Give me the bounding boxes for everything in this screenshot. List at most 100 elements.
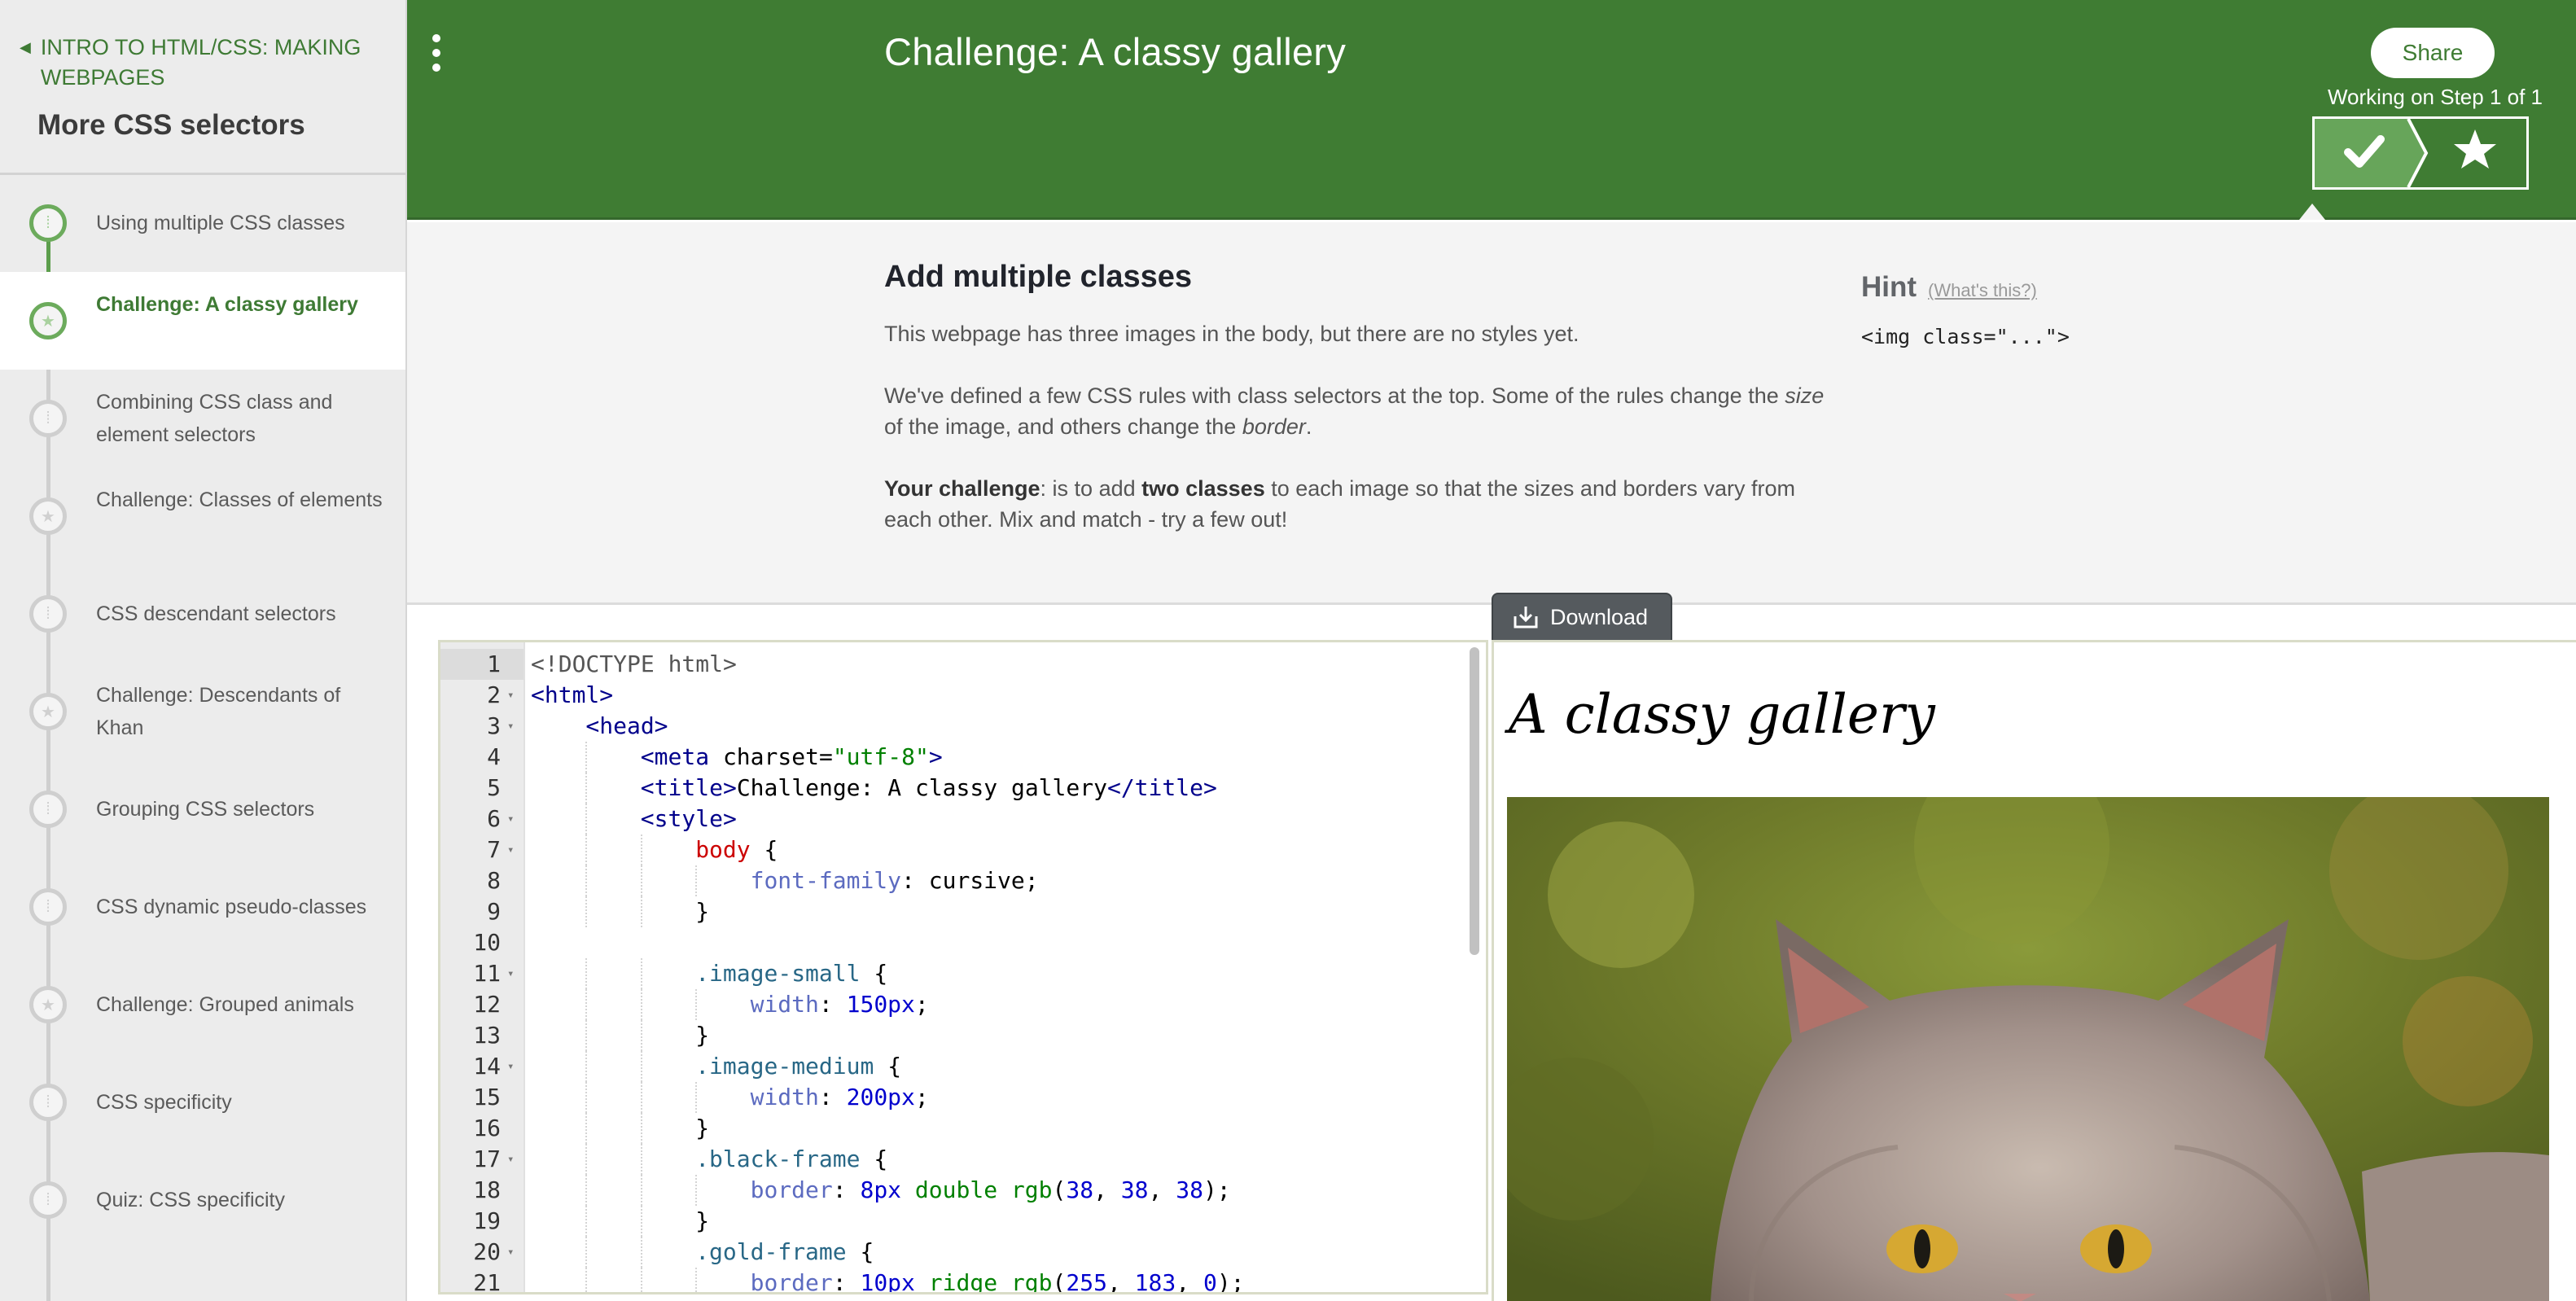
breadcrumb-link[interactable]: ◀ INTRO TO HTML/CSS: MAKING WEBPAGES bbox=[20, 33, 378, 93]
line-number: 12 bbox=[473, 991, 501, 1018]
code-line[interactable]: 12 width: 150px; bbox=[440, 989, 1458, 1020]
line-number: 14 bbox=[473, 1053, 501, 1080]
code-text: <!DOCTYPE html> bbox=[531, 649, 737, 680]
sidebar-item[interactable]: ★ Challenge: A classy gallery bbox=[0, 272, 405, 370]
fold-arrow-icon[interactable]: ▾ bbox=[507, 711, 514, 742]
code-token: <!DOCTYPE html> bbox=[531, 650, 737, 677]
sidebar-item[interactable]: ⁞ CSS dynamic pseudo-classes bbox=[0, 858, 405, 956]
indent-guide bbox=[585, 804, 588, 834]
code-line[interactable]: 20 ▾ .gold-frame { bbox=[440, 1237, 1458, 1268]
indent-guide bbox=[585, 1237, 588, 1268]
code-text: <meta charset="utf-8"> bbox=[641, 742, 943, 773]
talkthrough-dots-icon: ⁞ bbox=[29, 888, 67, 926]
code-token: : cursive; bbox=[901, 867, 1039, 894]
hint-title: Hint bbox=[1861, 271, 1917, 303]
code-line[interactable]: 11 ▾ .image-small { bbox=[440, 958, 1458, 989]
line-number: 4 bbox=[487, 743, 501, 770]
line-number: 11 bbox=[473, 960, 501, 987]
fold-arrow-icon[interactable]: ▾ bbox=[507, 834, 514, 865]
code-line[interactable]: 6 ▾ <style> bbox=[440, 804, 1458, 834]
code-line[interactable]: 19} bbox=[440, 1206, 1458, 1237]
cat-photo bbox=[1507, 797, 2549, 1301]
instructions-heading: Add multiple classes bbox=[884, 260, 1193, 294]
fold-arrow-icon[interactable]: ▾ bbox=[507, 1051, 514, 1082]
indent-guide bbox=[695, 1082, 698, 1113]
sidebar-item[interactable]: ⁞ CSS descendant selectors bbox=[0, 565, 405, 663]
talkthrough-dots-icon: ⁞ bbox=[29, 204, 67, 242]
share-button[interactable]: Share bbox=[2371, 28, 2495, 78]
code-line[interactable]: 16} bbox=[440, 1113, 1458, 1144]
sidebar-item[interactable]: ⁞ CSS specificity bbox=[0, 1054, 405, 1151]
fold-arrow-icon[interactable]: ▾ bbox=[507, 1237, 514, 1268]
sidebar-item[interactable]: ★ Challenge: Descendants of Khan bbox=[0, 663, 405, 760]
indent-guide bbox=[640, 1268, 642, 1292]
p3-bold-1: Your challenge bbox=[884, 476, 1040, 501]
sidebar-item[interactable]: ⁞ Grouping CSS selectors bbox=[0, 760, 405, 858]
sidebar-item[interactable]: ⁞ Quiz: CSS specificity bbox=[0, 1151, 405, 1249]
code-line[interactable]: 21 border: 10px ridge rgb(255, 183, 0); bbox=[440, 1268, 1458, 1294]
p2-text-c: . bbox=[1305, 414, 1312, 439]
instructions-paragraph-3: Your challenge: is to add two classes to… bbox=[884, 473, 1845, 535]
challenge-star-icon: ★ bbox=[29, 986, 67, 1023]
code-text: width: 150px; bbox=[751, 989, 929, 1020]
preview-heading: A classy gallery bbox=[1509, 683, 1935, 746]
download-button[interactable]: Download bbox=[1492, 593, 1672, 640]
indent-guide bbox=[585, 1175, 588, 1206]
code-text: .gold-frame { bbox=[695, 1237, 874, 1268]
code-line[interactable]: 7 ▾ body { bbox=[440, 834, 1458, 865]
code-line[interactable]: 18 border: 8px double rgb(38, 38, 38); bbox=[440, 1175, 1458, 1206]
sidebar-item-label: Challenge: A classy gallery bbox=[96, 293, 358, 316]
indent-guide bbox=[585, 1051, 588, 1082]
whats-this-link[interactable]: (What's this?) bbox=[1928, 280, 2037, 300]
indent-guide bbox=[640, 1051, 642, 1082]
code-token: 38 bbox=[1120, 1176, 1149, 1203]
sidebar-item-label: CSS dynamic pseudo-classes bbox=[96, 896, 367, 918]
code-line[interactable]: 13} bbox=[440, 1020, 1458, 1051]
fold-arrow-icon[interactable]: ▾ bbox=[507, 1144, 514, 1175]
code-token: , bbox=[1106, 1269, 1135, 1294]
sidebar-item[interactable]: ★ Challenge: Classes of elements bbox=[0, 467, 405, 565]
code-line[interactable]: 2 ▾ <html> bbox=[440, 680, 1458, 711]
p1-text: This webpage has three images in the bod… bbox=[884, 322, 1579, 346]
line-number: 5 bbox=[487, 774, 501, 801]
sidebar-item-label: Grouping CSS selectors bbox=[96, 798, 315, 821]
instructions-paragraph-1: This webpage has three images in the bod… bbox=[884, 318, 1845, 349]
code-line[interactable]: 4 <meta charset="utf-8"> bbox=[440, 742, 1458, 773]
code-line[interactable]: 14 ▾ .image-medium { bbox=[440, 1051, 1458, 1082]
editor-scrollbar[interactable] bbox=[1470, 647, 1479, 955]
code-token: 200px bbox=[846, 1084, 915, 1110]
fold-arrow-icon[interactable]: ▾ bbox=[507, 958, 514, 989]
line-number: 9 bbox=[487, 898, 501, 925]
indent-guide bbox=[640, 865, 642, 896]
fold-arrow-icon[interactable]: ▾ bbox=[507, 804, 514, 834]
sidebar-item[interactable]: ⁞ Combining CSS class and element selecto… bbox=[0, 370, 405, 467]
sidebar-item[interactable]: ★ Challenge: Grouped animals bbox=[0, 956, 405, 1054]
line-number: 16 bbox=[473, 1115, 501, 1141]
code-line[interactable]: 3 ▾ <head> bbox=[440, 711, 1458, 742]
code-line[interactable]: 10 bbox=[440, 927, 1458, 958]
code-text: border: 10px ridge rgb(255, 183, 0); bbox=[751, 1268, 1245, 1294]
vertical-dots-icon[interactable] bbox=[428, 34, 445, 72]
code-editor[interactable]: 1 <!DOCTYPE html> 2 ▾ <html> 3 ▾ <head> 4 <meta c… bbox=[438, 640, 1488, 1294]
p2-border-em: border bbox=[1242, 414, 1306, 439]
code-line[interactable]: 8 font-family: cursive; bbox=[440, 865, 1458, 896]
line-number: 8 bbox=[487, 867, 501, 894]
code-line[interactable]: 17 ▾ .black-frame { bbox=[440, 1144, 1458, 1175]
code-token: 10px bbox=[860, 1269, 915, 1294]
code-text: font-family: cursive; bbox=[751, 865, 1039, 896]
indent-guide bbox=[585, 896, 588, 927]
indent-guide bbox=[585, 1113, 588, 1144]
indent-guide bbox=[640, 1237, 642, 1268]
cat-image bbox=[1507, 797, 2549, 1301]
code-line[interactable]: 9} bbox=[440, 896, 1458, 927]
code-text: .image-medium { bbox=[695, 1051, 901, 1082]
sidebar-item-label: Challenge: Descendants of Khan bbox=[96, 684, 341, 739]
indent-guide bbox=[585, 1268, 588, 1292]
code-line[interactable]: 5 <title>Challenge: A classy gallery</tit… bbox=[440, 773, 1458, 804]
code-line[interactable]: 1 <!DOCTYPE html> bbox=[440, 649, 1458, 680]
code-line[interactable]: 15 width: 200px; bbox=[440, 1082, 1458, 1113]
fold-arrow-icon[interactable]: ▾ bbox=[507, 680, 514, 711]
sidebar-item[interactable]: ⁞ Using multiple CSS classes bbox=[0, 174, 405, 272]
